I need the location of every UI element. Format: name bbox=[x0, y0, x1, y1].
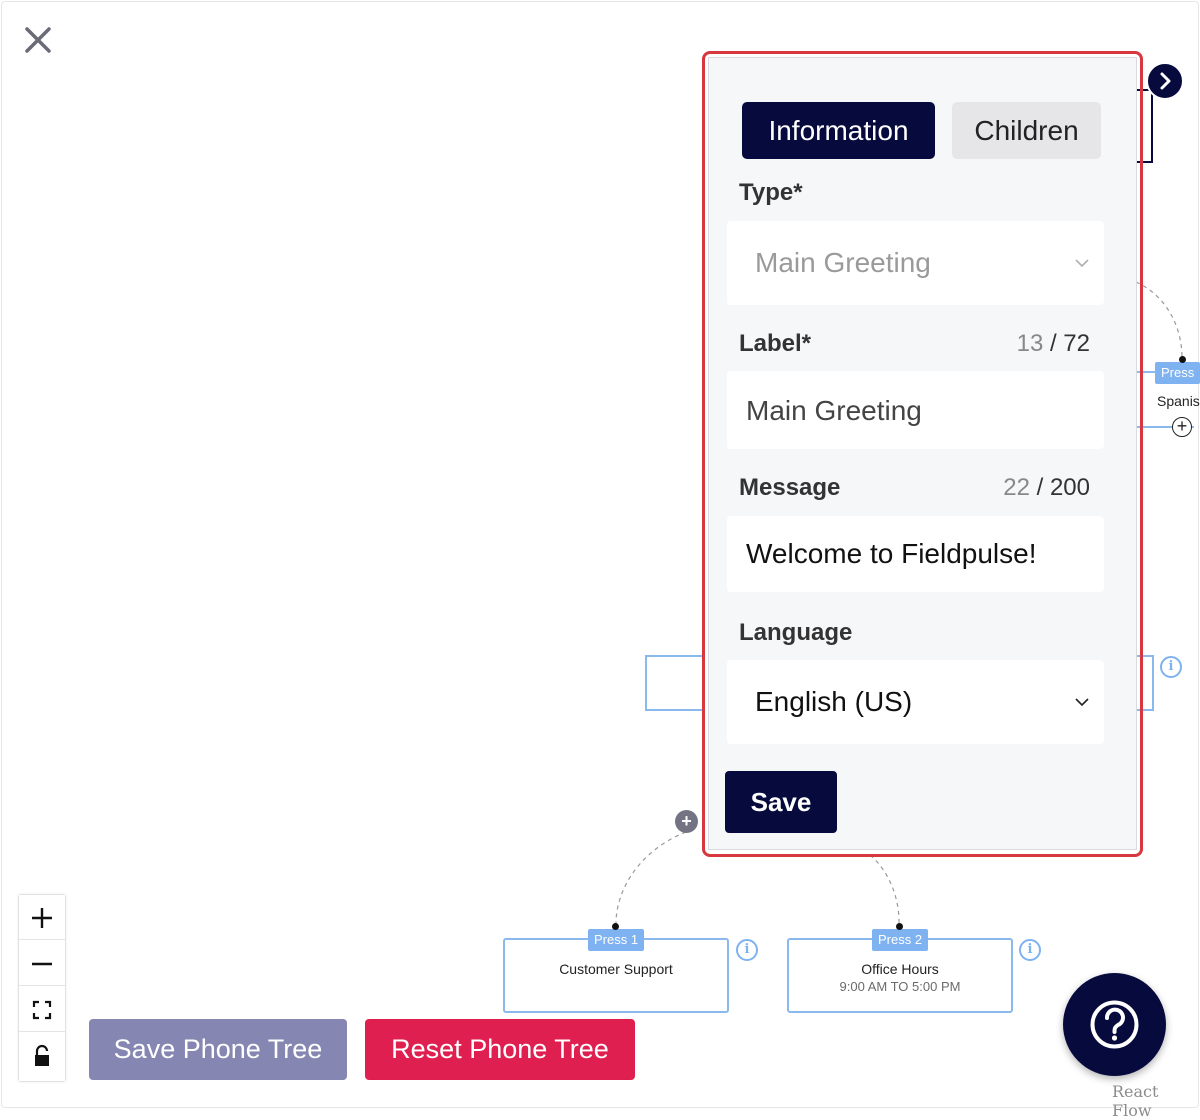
label-char-counter: 13 / 72 bbox=[1017, 330, 1090, 358]
fit-view-button[interactable] bbox=[19, 987, 65, 1032]
info-icon[interactable]: i bbox=[1160, 656, 1182, 678]
reset-phone-tree-button[interactable]: Reset Phone Tree bbox=[365, 1019, 635, 1080]
label-field-label: Label* bbox=[739, 330, 812, 357]
label-input-value: Main Greeting bbox=[746, 395, 922, 426]
type-select-value: Main Greeting bbox=[755, 247, 931, 278]
message-input-value: Welcome to Fieldpulse! bbox=[746, 538, 1037, 569]
node-tag: Press 2 bbox=[872, 929, 929, 951]
node-subtitle: 9:00 AM TO 5:00 PM bbox=[839, 979, 961, 994]
zoom-in-button[interactable] bbox=[19, 895, 65, 940]
node-title: Office Hours bbox=[861, 961, 939, 977]
tab-information[interactable]: Information bbox=[742, 102, 935, 159]
save-button[interactable]: Save bbox=[725, 771, 837, 833]
spanish-node[interactable]: Press bbox=[1155, 360, 1200, 390]
close-icon bbox=[25, 27, 51, 53]
lock-icon bbox=[35, 1044, 49, 1066]
help-button[interactable] bbox=[1063, 973, 1166, 1076]
node-tag: Press 1 bbox=[588, 929, 645, 951]
language-select-value: English (US) bbox=[755, 686, 913, 717]
label-char-count: 13 bbox=[1016, 330, 1044, 357]
type-label: Type* bbox=[739, 179, 803, 206]
node-editor-panel: Information Children Type* Main Greeting… bbox=[708, 57, 1137, 850]
label-input[interactable]: Main Greeting bbox=[727, 371, 1104, 449]
zoom-out-icon bbox=[32, 962, 52, 966]
add-node-plus-icon[interactable]: + bbox=[675, 810, 698, 833]
help-icon bbox=[1090, 1000, 1139, 1049]
lock-button[interactable] bbox=[19, 1033, 65, 1078]
close-button[interactable] bbox=[20, 22, 56, 58]
chevron-down-icon bbox=[1075, 259, 1089, 268]
message-char-max: / 200 bbox=[1036, 474, 1090, 501]
message-input[interactable]: Welcome to Fieldpulse! bbox=[727, 516, 1104, 592]
handle-dot bbox=[1179, 356, 1186, 363]
handle-dot bbox=[612, 923, 619, 930]
tab-children[interactable]: Children bbox=[952, 102, 1101, 159]
fit-view-icon bbox=[32, 1000, 52, 1020]
info-icon[interactable]: i bbox=[1019, 939, 1041, 961]
node-tag: Press bbox=[1155, 362, 1200, 384]
info-icon[interactable]: i bbox=[736, 939, 758, 961]
label-char-max: / 72 bbox=[1049, 330, 1090, 357]
type-select[interactable]: Main Greeting bbox=[727, 221, 1104, 305]
language-select[interactable]: English (US) bbox=[727, 660, 1104, 744]
language-label: Language bbox=[739, 619, 853, 646]
node-title: Customer Support bbox=[559, 961, 673, 977]
node-title: Spanis bbox=[1157, 393, 1200, 409]
add-child-icon[interactable]: + bbox=[1172, 417, 1192, 437]
message-char-count: 22 bbox=[1003, 474, 1030, 501]
zoom-out-button[interactable] bbox=[19, 941, 65, 986]
zoom-controls bbox=[19, 895, 65, 1081]
message-label: Message bbox=[739, 474, 841, 501]
handle-dot bbox=[896, 923, 903, 930]
message-char-counter: 22 / 200 bbox=[1003, 474, 1090, 502]
chevron-right-icon bbox=[1160, 72, 1171, 90]
zoom-in-icon bbox=[32, 908, 52, 928]
chevron-down-icon bbox=[1075, 698, 1089, 707]
save-phone-tree-button[interactable]: Save Phone Tree bbox=[89, 1019, 347, 1080]
collapse-panel-button[interactable] bbox=[1146, 62, 1184, 100]
react-flow-attribution[interactable]: React Flow bbox=[1112, 1082, 1200, 1120]
